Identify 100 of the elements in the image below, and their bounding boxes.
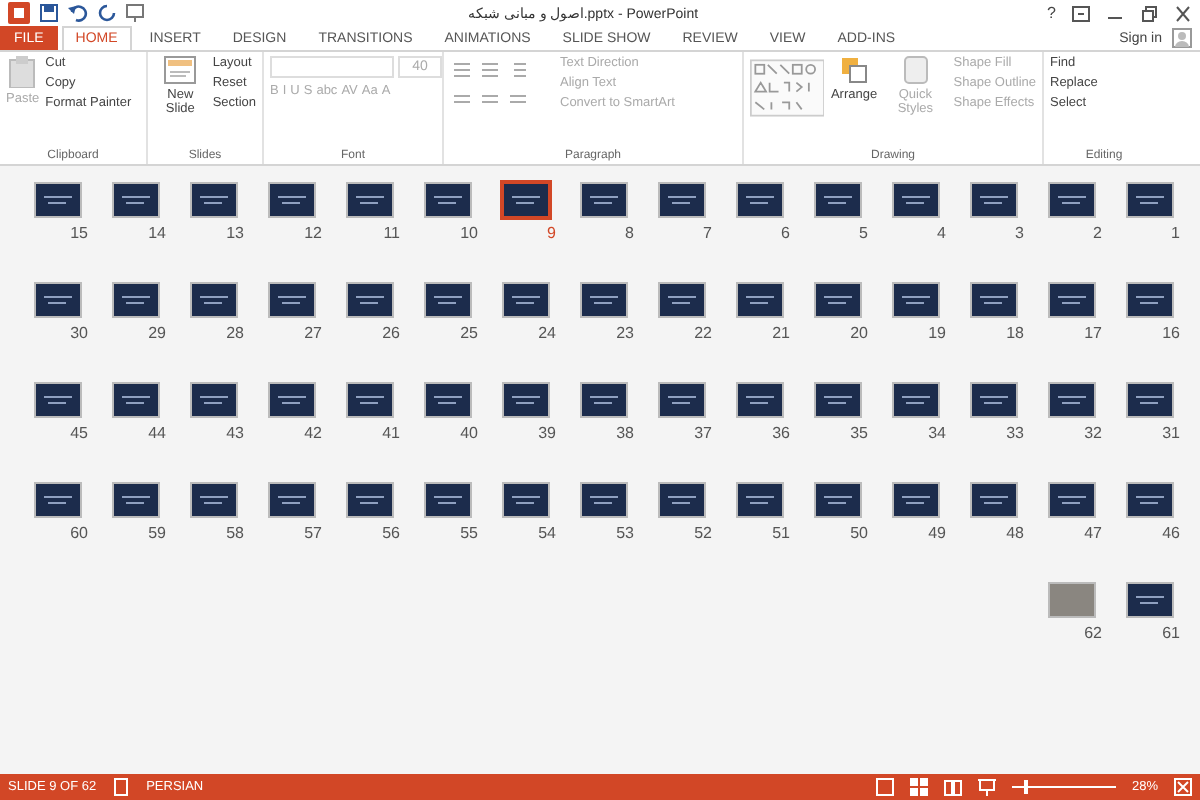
slide-thumbnail[interactable] <box>189 282 237 318</box>
slide-sorter-icon[interactable] <box>909 778 928 796</box>
slide-thumbnail[interactable] <box>891 282 939 318</box>
slide-thumbnail[interactable] <box>1047 482 1095 518</box>
slide-icon <box>164 56 197 84</box>
slide-thumbnail[interactable] <box>423 382 471 418</box>
slide-thumbnail[interactable] <box>423 182 471 218</box>
slide-thumbnail[interactable] <box>345 382 393 418</box>
save-icon[interactable] <box>40 4 58 22</box>
slide-thumbnail[interactable] <box>111 182 159 218</box>
slide-number: 49 <box>928 524 946 542</box>
slide-thumbnail[interactable] <box>501 382 549 418</box>
slide-thumbnail[interactable] <box>891 182 939 218</box>
slide-thumbnail[interactable] <box>345 182 393 218</box>
slide-thumbnail[interactable] <box>1125 182 1173 218</box>
slide-thumbnail[interactable] <box>267 382 315 418</box>
slide-number: 55 <box>460 524 478 542</box>
slide-number: 59 <box>148 524 166 542</box>
slide-thumbnail[interactable] <box>813 282 861 318</box>
redo-icon[interactable] <box>98 4 116 22</box>
reading-view-icon[interactable] <box>943 778 962 796</box>
slide-thumbnail[interactable] <box>501 282 549 318</box>
slide-thumbnail[interactable] <box>813 182 861 218</box>
slide-thumbnail[interactable] <box>579 182 627 218</box>
slide-thumbnail[interactable] <box>657 182 705 218</box>
slide-number: 1 <box>1171 224 1180 242</box>
slide-thumbnail[interactable] <box>735 382 783 418</box>
fit-to-window-icon[interactable] <box>1174 778 1192 796</box>
slide-thumbnail[interactable] <box>891 382 939 418</box>
slide-number: 53 <box>616 524 634 542</box>
slide-thumbnail[interactable] <box>33 382 81 418</box>
slide-thumbnail[interactable] <box>33 282 81 318</box>
slide-thumbnail[interactable] <box>345 482 393 518</box>
slide-number: 31 <box>1162 424 1180 442</box>
slide-thumbnail[interactable] <box>267 282 315 318</box>
slide-thumbnail[interactable] <box>189 182 237 218</box>
slide-thumbnail[interactable] <box>111 382 159 418</box>
font-name-field[interactable] <box>270 56 394 78</box>
slide-thumbnail[interactable] <box>579 382 627 418</box>
slide-thumbnail[interactable] <box>33 182 81 218</box>
arrange-icon <box>840 56 869 84</box>
slide-thumbnail[interactable] <box>735 482 783 518</box>
slide-thumbnail[interactable] <box>267 482 315 518</box>
shapes-gallery-icon[interactable] <box>750 56 825 120</box>
slide-thumbnail[interactable] <box>267 182 315 218</box>
photo-slide-thumbnail[interactable] <box>1047 582 1095 618</box>
slide-thumbnail[interactable] <box>1047 182 1095 218</box>
slide-thumbnail[interactable] <box>657 382 705 418</box>
slide-thumbnail[interactable] <box>735 182 783 218</box>
zoom-slider-thumb[interactable] <box>1024 780 1029 794</box>
slide-number: 9 <box>547 224 556 242</box>
slide-show-icon[interactable] <box>977 778 996 796</box>
slide-thumbnail[interactable] <box>657 482 705 518</box>
slide-number: 54 <box>538 524 556 542</box>
slide-number: 62 <box>1084 624 1102 642</box>
slide-thumbnail[interactable] <box>189 482 237 518</box>
slide-number: 42 <box>304 424 322 442</box>
slide-thumbnail[interactable] <box>579 482 627 518</box>
slide-thumbnail[interactable] <box>423 282 471 318</box>
slide-number: 47 <box>1084 524 1102 542</box>
slide-number: 57 <box>304 524 322 542</box>
slide-number: 50 <box>850 524 868 542</box>
slide-thumbnail[interactable] <box>501 482 549 518</box>
slide-number: 61 <box>1162 624 1180 642</box>
undo-icon[interactable] <box>68 4 88 22</box>
slide-thumbnail[interactable] <box>969 382 1017 418</box>
slide-thumbnail[interactable] <box>189 382 237 418</box>
slide-thumbnail[interactable] <box>969 482 1017 518</box>
slide-thumbnail[interactable] <box>345 282 393 318</box>
slide-number: 60 <box>70 524 88 542</box>
slide-thumbnail[interactable] <box>813 482 861 518</box>
slide-thumbnail[interactable] <box>1047 282 1095 318</box>
normal-view-icon[interactable] <box>875 778 894 796</box>
slide-thumbnail[interactable] <box>1047 382 1095 418</box>
slide-number: 43 <box>226 424 244 442</box>
presentation-icon[interactable] <box>126 4 144 22</box>
slide-thumbnail[interactable] <box>891 482 939 518</box>
slide-number: 18 <box>1006 324 1024 342</box>
close-icon[interactable] <box>1174 5 1192 21</box>
slide-thumbnail[interactable] <box>501 182 549 218</box>
slide-number: 21 <box>772 324 790 342</box>
slide-thumbnail[interactable] <box>1125 282 1173 318</box>
slide-thumbnail[interactable] <box>33 482 81 518</box>
restore-icon[interactable] <box>1140 5 1158 21</box>
slide-thumbnail[interactable] <box>969 282 1017 318</box>
slide-number: 26 <box>382 324 400 342</box>
slide-thumbnail[interactable] <box>1125 582 1173 618</box>
slide-thumbnail[interactable] <box>735 282 783 318</box>
slide-thumbnail[interactable] <box>423 482 471 518</box>
slide-number: 56 <box>382 524 400 542</box>
slide-thumbnail[interactable] <box>111 482 159 518</box>
slide-thumbnail[interactable] <box>1125 382 1173 418</box>
slide-thumbnail[interactable] <box>969 182 1017 218</box>
help-button[interactable]: ? <box>1047 4 1056 22</box>
ribbon-display-icon[interactable] <box>1072 5 1090 21</box>
slide-thumbnail[interactable] <box>657 282 705 318</box>
slide-thumbnail[interactable] <box>813 382 861 418</box>
slide-thumbnail[interactable] <box>1125 482 1173 518</box>
slide-thumbnail[interactable] <box>111 282 159 318</box>
slide-thumbnail[interactable] <box>579 282 627 318</box>
